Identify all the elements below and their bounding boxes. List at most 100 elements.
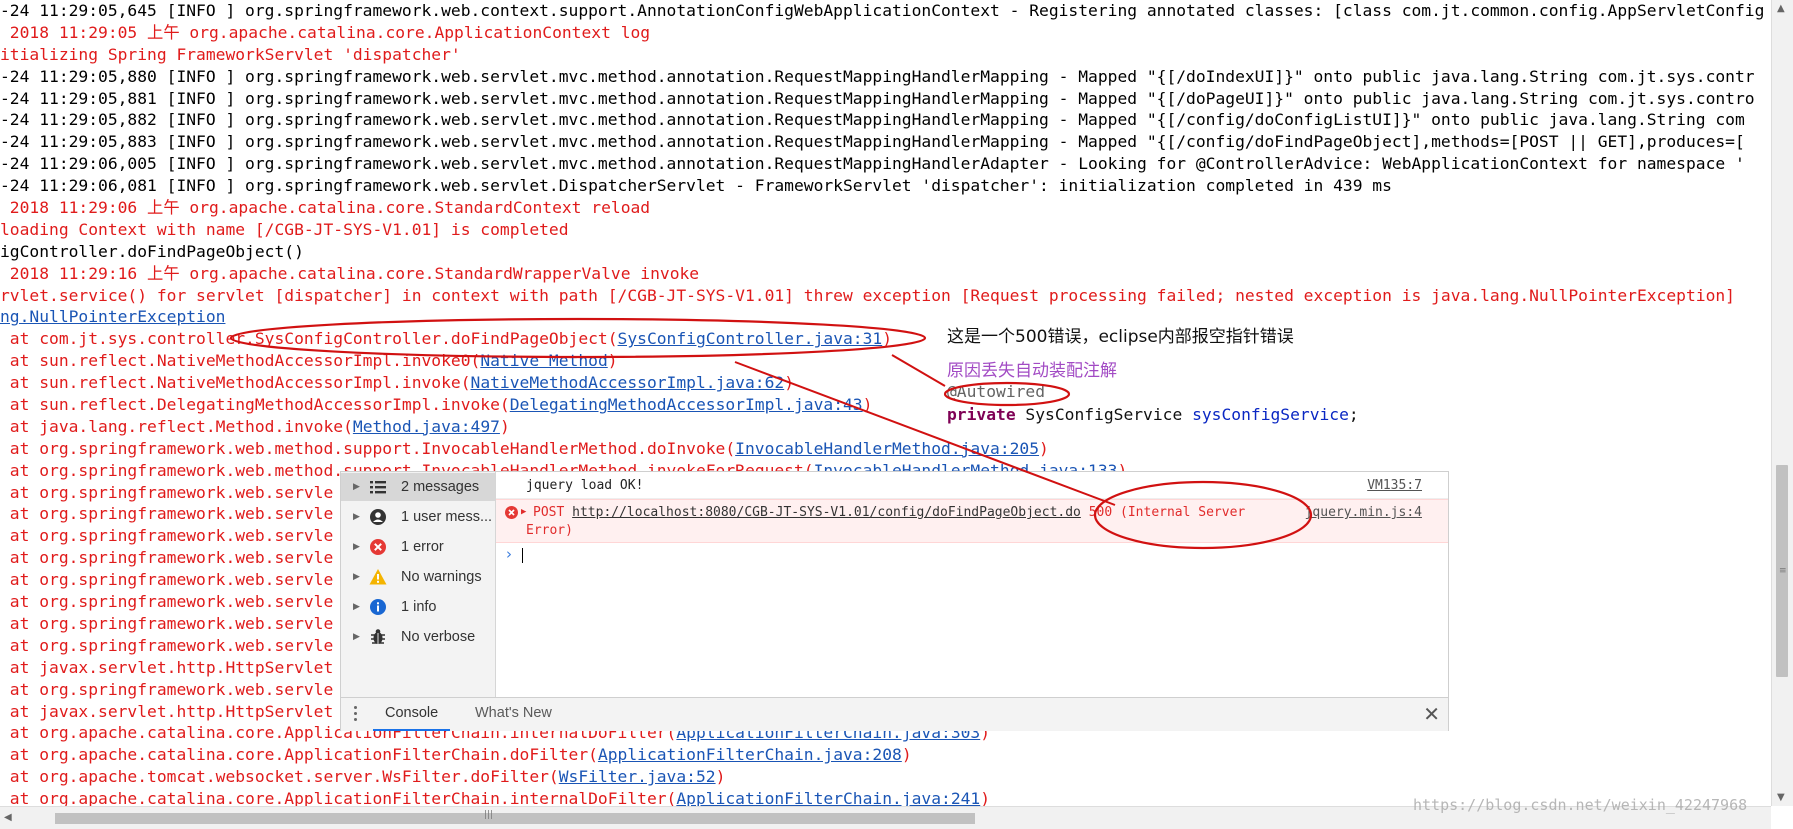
grip-icon: ||| — [484, 810, 494, 820]
log-text: at org.springframework.web.servle — [0, 592, 334, 612]
expand-triangle-icon[interactable]: ▶ — [353, 481, 360, 492]
drawer-tab-bar: Console What's New ✕ — [341, 697, 1448, 731]
expand-triangle-icon[interactable]: ▶ — [353, 601, 360, 612]
log-text: at org.springframework.web.servle — [0, 613, 334, 633]
log-line: -24 11:29:05,882 [INFO ] org.springframe… — [0, 109, 1771, 131]
stack-trace-link[interactable]: ApplicationFilterChain.java:208 — [598, 745, 902, 764]
log-text: at org.springframework.web.servle — [0, 526, 334, 546]
log-text-suffix: ) — [784, 373, 794, 393]
log-line: at sun.reflect.NativeMethodAccessorImpl.… — [0, 372, 1771, 394]
bug-icon — [369, 628, 387, 646]
log-text: -24 11:29:05,882 [INFO ] org.springframe… — [0, 110, 1745, 130]
log-text: -24 11:29:05,880 [INFO ] org.springframe… — [0, 66, 1755, 86]
log-text: -24 11:29:06,081 [INFO ] org.springframe… — [0, 176, 1392, 196]
stack-trace-link[interactable]: DelegatingMethodAccessorImpl.java:43 — [510, 395, 863, 414]
stack-trace-link[interactable]: InvocableHandlerMethod.java:205 — [735, 439, 1039, 458]
log-text: 2018 11:29:05 上午 org.apache.catalina.cor… — [0, 22, 651, 42]
log-text: 2018 11:29:16 上午 org.apache.catalina.cor… — [0, 263, 700, 283]
log-text: igController.doFindPageObject() — [0, 241, 304, 261]
log-line: -24 11:29:06,005 [INFO ] org.springframe… — [0, 153, 1771, 175]
log-text: -24 11:29:05,883 [INFO ] org.springframe… — [0, 132, 1745, 152]
expand-triangle-icon[interactable]: ▶ — [353, 541, 360, 552]
expand-triangle-icon[interactable]: ▶ — [353, 511, 360, 522]
console-message-log: jquery load OK! VM135:7 — [496, 472, 1448, 499]
scroll-left-icon[interactable]: ◀ — [4, 812, 12, 823]
log-line: -24 11:29:05,881 [INFO ] org.springframe… — [0, 88, 1771, 110]
log-text-suffix: ) — [607, 351, 618, 371]
devtools-console-panel: ▶ 2 messages ▶ 1 user mess... ▶ 1 error ▶ No wa… — [340, 471, 1449, 731]
error-icon — [505, 506, 518, 519]
user-icon — [369, 508, 387, 526]
log-line: igController.doFindPageObject() — [0, 241, 1771, 263]
tab-whats-new[interactable]: What's New — [463, 698, 564, 729]
log-line: 2018 11:29:16 上午 org.apache.catalina.cor… — [0, 263, 1771, 285]
sidebar-item-label: 1 user mess... — [401, 509, 493, 525]
log-line: rvlet.service() for servlet [dispatcher]… — [0, 285, 1771, 307]
sidebar-item[interactable]: ▶ 2 messages — [341, 473, 495, 501]
sidebar-item[interactable]: ▶ 1 error — [341, 533, 495, 561]
expand-triangle-icon[interactable]: ▶ — [353, 631, 360, 642]
stack-trace-link[interactable]: WsFilter.java:52 — [559, 767, 716, 786]
log-text-suffix: ) — [980, 789, 991, 806]
log-text: at org.springframework.web.servle — [0, 548, 334, 568]
log-line: at org.springframework.web.method.suppor… — [0, 438, 1771, 460]
sidebar-item-label: 1 info — [401, 599, 437, 615]
warning-icon — [369, 568, 387, 586]
stack-trace-link[interactable]: Method.java:497 — [353, 417, 500, 436]
sidebar-item[interactable]: ▶ 1 info — [341, 593, 495, 621]
log-line: -24 11:29:05,883 [INFO ] org.springframe… — [0, 131, 1771, 153]
sidebar-item-label: 1 error — [401, 539, 444, 555]
log-line: -24 11:29:05,880 [INFO ] org.springframe… — [0, 66, 1771, 88]
console-message-error: ▶ POST http://localhost:8080/CGB-JT-SYS-… — [496, 499, 1448, 543]
code-field: sysConfigService — [1192, 405, 1349, 424]
log-text-suffix: ) — [499, 416, 510, 436]
scroll-down-icon[interactable]: ▼ — [1777, 792, 1785, 803]
log-text: at org.springframework.web.servle — [0, 635, 334, 655]
log-text-suffix: ) — [901, 745, 912, 765]
scrollbar-thumb[interactable] — [55, 813, 975, 824]
code-type: SysConfigService — [1015, 405, 1193, 424]
sidebar-item-label: No warnings — [401, 569, 482, 585]
sidebar-item[interactable]: ▶ No warnings — [341, 563, 495, 591]
close-icon[interactable]: ✕ — [1423, 702, 1440, 726]
console-prompt[interactable]: › — [496, 544, 1448, 566]
annotation-reason: 原因丢失自动装配注解 — [947, 361, 1117, 381]
log-text: at sun.reflect.NativeMethodAccessorImpl.… — [0, 351, 481, 371]
log-line: at org.apache.tomcat.websocket.server.Ws… — [0, 766, 1771, 788]
error-request-line: POST http://localhost:8080/CGB-JT-SYS-V1… — [533, 505, 1245, 520]
message-source-link[interactable]: VM135:7 — [1367, 478, 1422, 493]
message-text: jquery load OK! — [526, 478, 644, 493]
stack-trace-link[interactable]: ApplicationFilterChain.java:241 — [676, 789, 980, 806]
stack-trace-link[interactable]: SysConfigController.java:31 — [618, 329, 883, 348]
sidebar-item[interactable]: ▶ No verbose — [341, 623, 495, 651]
text-caret — [522, 548, 523, 563]
log-text: at sun.reflect.DelegatingMethodAccessorI… — [0, 395, 510, 415]
vertical-scrollbar[interactable]: ▲ ≡ ▼ — [1771, 0, 1793, 806]
request-url-link[interactable]: http://localhost:8080/CGB-JT-SYS-V1.01/c… — [572, 505, 1081, 520]
expand-triangle-icon[interactable]: ▶ — [521, 507, 526, 517]
log-text: rvlet.service() for servlet [dispatcher]… — [0, 285, 1735, 305]
log-text: at javax.servlet.http.HttpServlet — [0, 657, 334, 677]
tab-console[interactable]: Console — [373, 698, 451, 731]
expand-triangle-icon[interactable]: ▶ — [353, 571, 360, 582]
log-line: itializing Spring FrameworkServlet 'disp… — [0, 44, 1771, 66]
error-source-link[interactable]: jquery.min.js:4 — [1305, 505, 1422, 520]
log-line: 2018 11:29:06 上午 org.apache.catalina.cor… — [0, 197, 1771, 219]
stack-trace-link[interactable]: ng.NullPointerException — [0, 307, 225, 326]
log-text: at org.springframework.web.servle — [0, 679, 334, 699]
scroll-up-icon[interactable]: ▲ — [1777, 3, 1785, 14]
grip-icon: ≡ — [1779, 566, 1787, 576]
log-text: loading Context with name [/CGB-JT-SYS-V… — [0, 219, 569, 239]
more-options-icon[interactable] — [354, 706, 358, 724]
log-text: at org.springframework.web.servle — [0, 504, 334, 524]
log-line: -24 11:29:05,645 [INFO ] org.springframe… — [0, 0, 1771, 22]
log-text: itializing Spring FrameworkServlet 'disp… — [0, 44, 461, 64]
log-text: at javax.servlet.http.HttpServlet — [0, 701, 334, 721]
log-line: ng.NullPointerException — [0, 306, 1771, 328]
stack-trace-link[interactable]: NativeMethodAccessorImpl.java:62 — [471, 373, 785, 392]
stack-trace-link[interactable]: Native Method — [480, 351, 607, 370]
log-text: at sun.reflect.NativeMethodAccessorImpl.… — [0, 373, 471, 393]
code-annotation: @Autowired — [947, 382, 1046, 401]
log-line: -24 11:29:06,081 [INFO ] org.springframe… — [0, 175, 1771, 197]
sidebar-item[interactable]: ▶ 1 user mess... — [341, 503, 495, 531]
